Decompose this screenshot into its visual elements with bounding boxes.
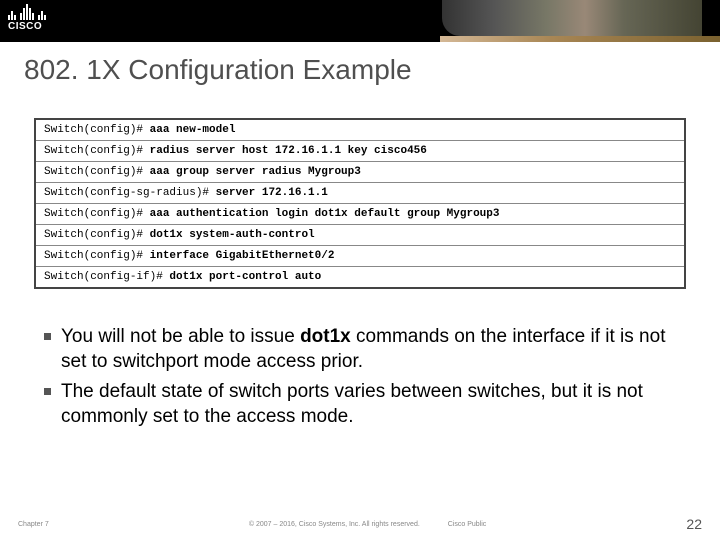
bullet-item: The default state of switch ports varies… [44, 380, 676, 429]
cli-command: aaa new-model [150, 124, 236, 136]
bullet-item: You will not be able to issue dot1x comm… [44, 325, 676, 374]
cli-command: dot1x port-control auto [169, 271, 321, 283]
config-code-block: Switch(config)# aaa new-model Switch(con… [34, 118, 686, 289]
footer-copyright: © 2007 – 2016, Cisco Systems, Inc. All r… [49, 521, 687, 528]
cli-command: aaa group server radius Mygroup3 [150, 166, 361, 178]
code-line: Switch(config)# interface GigabitEtherne… [36, 246, 684, 267]
cli-command: interface GigabitEthernet0/2 [150, 250, 335, 262]
code-line: Switch(config)# aaa authentication login… [36, 204, 684, 225]
cli-prompt: Switch(config)# [44, 229, 150, 241]
code-line: Switch(config)# radius server host 172.1… [36, 141, 684, 162]
slide-footer: Chapter 7 © 2007 – 2016, Cisco Systems, … [0, 516, 720, 532]
cisco-logo-bars-icon [8, 4, 46, 20]
footer-page-number: 22 [686, 516, 702, 532]
cli-prompt: Switch(config-sg-radius)# [44, 187, 216, 199]
cli-prompt: Switch(config)# [44, 124, 150, 136]
footer-chapter: Chapter 7 [18, 521, 49, 528]
header-gradient-strip [440, 36, 720, 42]
bullet-text: You will not be able to issue dot1x comm… [61, 325, 676, 374]
cli-command: server 172.16.1.1 [216, 187, 328, 199]
cisco-logo-text: CISCO [8, 21, 46, 32]
code-line: Switch(config)# aaa group server radius … [36, 162, 684, 183]
slide-title: 802. 1X Configuration Example [0, 42, 720, 94]
cli-prompt: Switch(config)# [44, 208, 150, 220]
code-line: Switch(config-if)# dot1x port-control au… [36, 267, 684, 287]
cli-command: radius server host 172.16.1.1 key cisco4… [150, 145, 427, 157]
header-collage-image [442, 0, 702, 36]
bullet-list: You will not be able to issue dot1x comm… [0, 309, 720, 430]
cisco-logo: CISCO [0, 0, 54, 36]
bullet-marker-icon [44, 333, 51, 340]
bullet-text: The default state of switch ports varies… [61, 380, 676, 429]
cli-prompt: Switch(config)# [44, 145, 150, 157]
code-line: Switch(config)# dot1x system-auth-contro… [36, 225, 684, 246]
cli-command: dot1x system-auth-control [150, 229, 315, 241]
bullet-marker-icon [44, 388, 51, 395]
cli-prompt: Switch(config-if)# [44, 271, 169, 283]
code-line: Switch(config)# aaa new-model [36, 120, 684, 141]
code-line: Switch(config-sg-radius)# server 172.16.… [36, 183, 684, 204]
header-bar: CISCO [0, 0, 720, 42]
cli-prompt: Switch(config)# [44, 166, 150, 178]
cli-command: aaa authentication login dot1x default g… [150, 208, 500, 220]
cli-prompt: Switch(config)# [44, 250, 150, 262]
